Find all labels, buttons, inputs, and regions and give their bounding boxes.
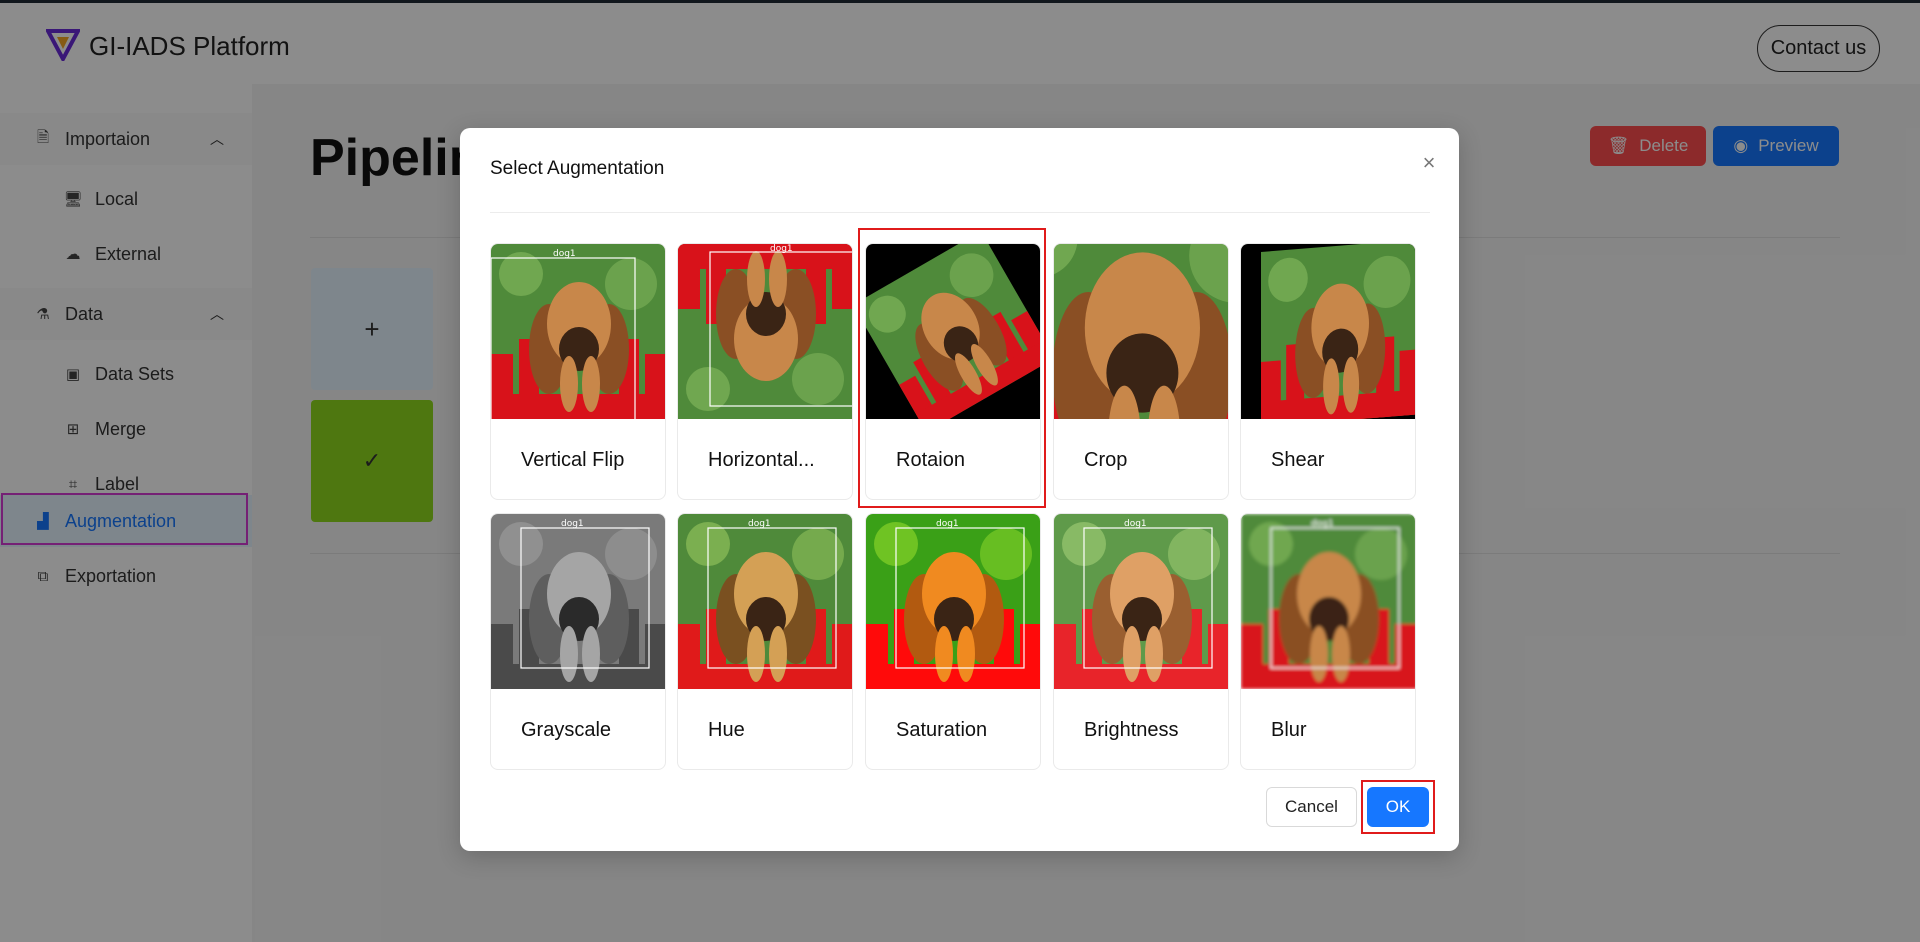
svg-text:dog1: dog1 — [561, 519, 584, 529]
augmentation-option-label: Shear — [1271, 449, 1325, 471]
modal-title: Select Augmentation — [490, 158, 665, 179]
svg-text:dog1: dog1 — [936, 519, 959, 529]
augmentation-preview-image: dog1 — [866, 514, 1040, 689]
svg-text:dog1: dog1 — [1124, 519, 1147, 529]
augmentation-option-hue[interactable]: dog1 Hue — [677, 513, 853, 770]
selected-option-highlight — [858, 228, 1046, 508]
augmentation-preview-image: dog1 — [678, 244, 852, 419]
augmentation-option-vertical-flip[interactable]: dog1 Vertical Flip — [490, 243, 666, 500]
augmentation-preview-image: dog1 — [678, 514, 852, 689]
augmentation-preview-image: dog1 — [1054, 514, 1228, 689]
close-icon[interactable]: × — [1414, 148, 1444, 178]
ok-button-highlight — [1361, 780, 1435, 834]
augmentation-option-shear[interactable]: Shear — [1240, 243, 1416, 500]
augmentation-preview-image: dog1 — [491, 244, 665, 419]
augmentation-preview-image — [1241, 244, 1415, 419]
cancel-button[interactable]: Cancel — [1266, 787, 1357, 827]
svg-text:dog1: dog1 — [1311, 519, 1334, 529]
augmentation-option-crop[interactable]: Crop — [1053, 243, 1229, 500]
augmentation-option-grayscale[interactable]: dog1 Grayscale — [490, 513, 666, 770]
augmentation-option-label: Blur — [1271, 719, 1307, 741]
augmentation-preview-image: dog1 — [491, 514, 665, 689]
svg-text:dog1: dog1 — [553, 249, 576, 259]
augmentation-option-label: Vertical Flip — [521, 449, 625, 471]
svg-text:dog1: dog1 — [770, 244, 793, 254]
modal-header-divider — [490, 212, 1430, 213]
augmentation-option-horizontal[interactable]: dog1 Horizontal... — [677, 243, 853, 500]
augmentation-preview-image — [1054, 244, 1228, 419]
select-augmentation-modal: Select Augmentation × dog1 Vertical Flip — [460, 128, 1459, 851]
augmentation-option-label: Crop — [1084, 449, 1128, 471]
augmentation-option-blur[interactable]: dog1 Blur — [1240, 513, 1416, 770]
svg-text:dog1: dog1 — [748, 519, 771, 529]
augmentation-option-label: Hue — [708, 719, 745, 741]
augmentation-option-saturation[interactable]: dog1 Saturation — [865, 513, 1041, 770]
augmentation-option-label: Grayscale — [521, 719, 612, 741]
augmentation-option-label: Brightness — [1084, 719, 1179, 741]
augmentation-option-label: Saturation — [896, 719, 988, 741]
augmentation-option-label: Horizontal... — [708, 449, 815, 471]
augmentation-preview-image: dog1 — [1241, 514, 1415, 689]
augmentation-option-brightness[interactable]: dog1 Brightness — [1053, 513, 1229, 770]
